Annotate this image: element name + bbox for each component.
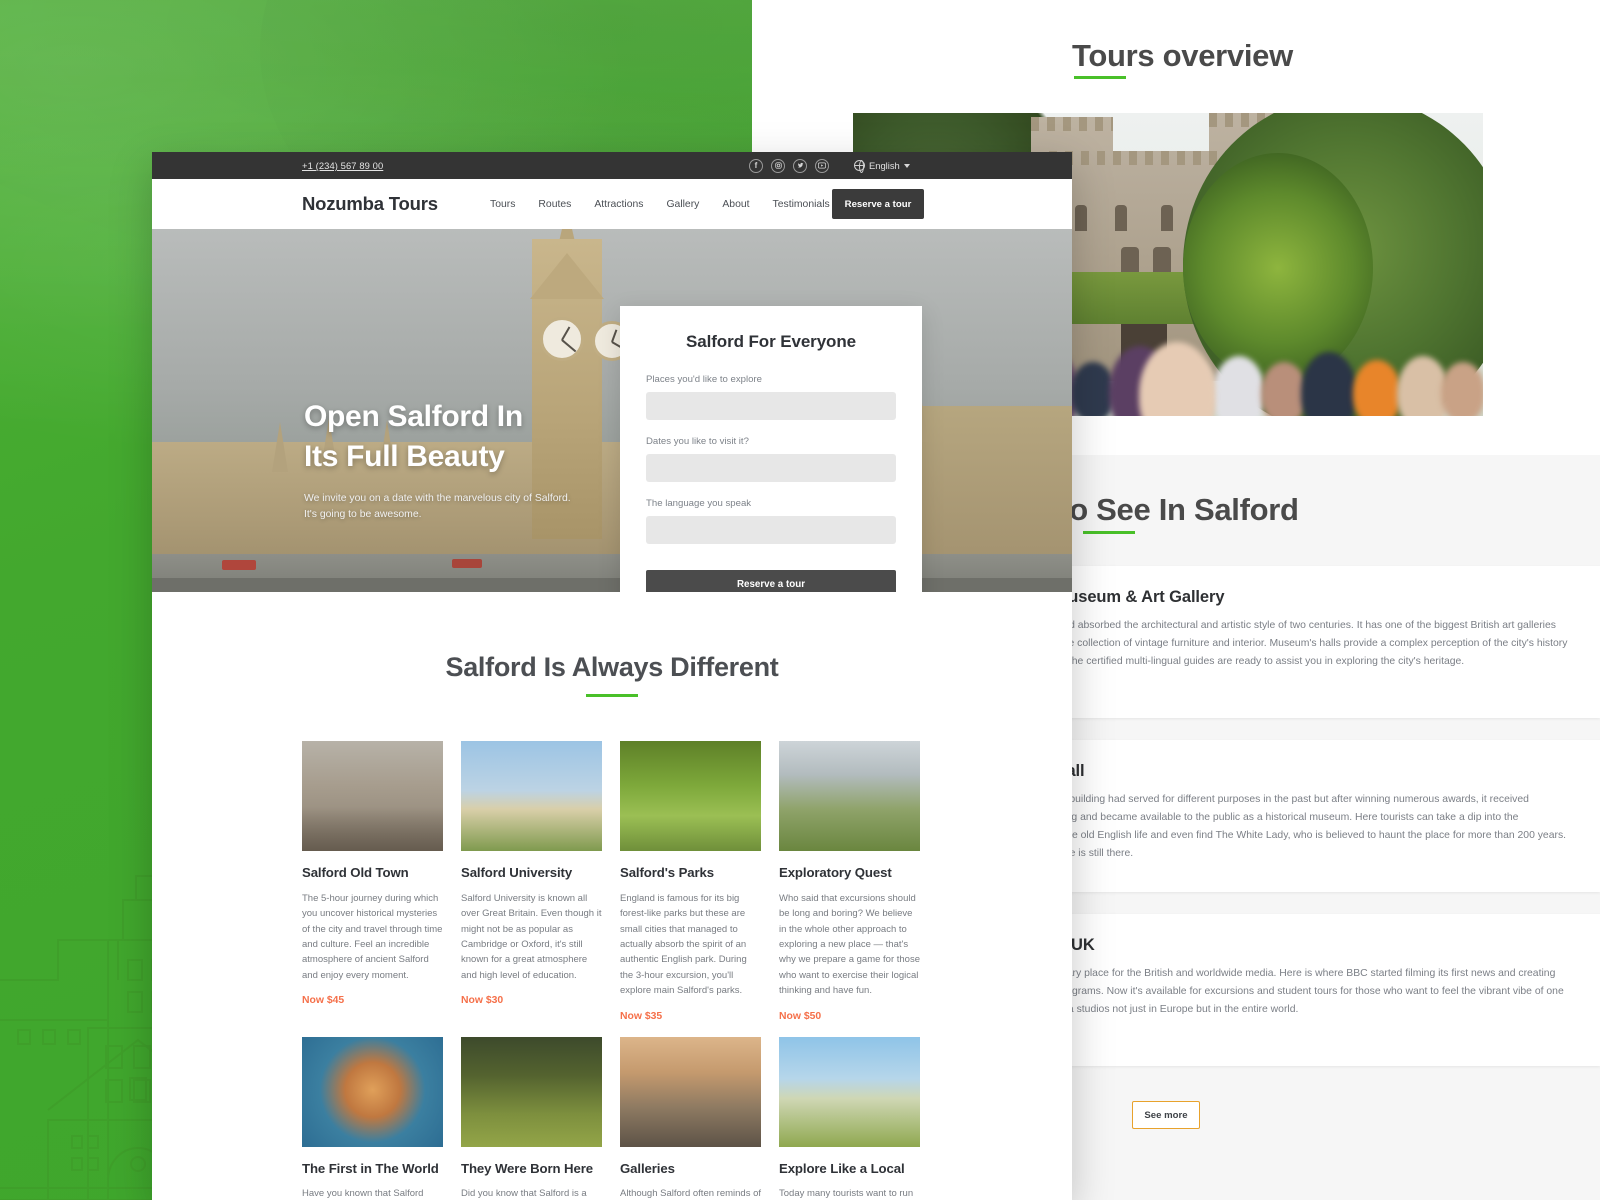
tour-card-title: Salford University [461, 865, 573, 880]
title-underline [1074, 76, 1126, 79]
tour-card[interactable]: They Were Born Here Did you know that Sa… [461, 1036, 602, 1200]
tour-card-body: Did you know that Salford is a hometown … [461, 1188, 587, 1200]
nav-item-attractions[interactable]: Attractions [594, 199, 643, 210]
hero-heading-line-2: Its Full Beauty [304, 439, 505, 473]
tour-card[interactable]: The First in The World Have you known th… [302, 1036, 443, 1200]
brand-logo[interactable]: Nozumba Tours [302, 193, 438, 215]
section-underline [586, 694, 638, 697]
tour-card-title: Explore Like a Local [779, 1160, 905, 1176]
nav-item-gallery[interactable]: Gallery [666, 199, 699, 210]
reserve-a-tour-button[interactable]: Reserve a tour [832, 189, 924, 219]
tour-card-price: Now $30 [461, 995, 504, 1007]
see-more-button[interactable]: See more [1132, 1101, 1200, 1129]
tour-card-title: Salford's Parks [620, 865, 714, 880]
places-input[interactable] [646, 392, 896, 420]
language-selector[interactable]: English [854, 160, 910, 173]
facebook-icon[interactable]: f [749, 158, 763, 173]
nav-item-tours[interactable]: Tours [490, 199, 515, 210]
hero-heading-line-1: Open Salford In [304, 400, 523, 433]
booking-submit-button[interactable]: Reserve a tour [646, 570, 896, 592]
globe-icon [854, 160, 865, 173]
nav-item-routes[interactable]: Routes [538, 199, 571, 210]
dates-input[interactable] [646, 454, 896, 482]
navbar: Nozumba Tours Tours Routes Attractions G… [152, 179, 1072, 229]
tours-overview-title: Tours overview [1072, 38, 1293, 73]
clock-face [540, 317, 584, 361]
tour-card-price: Now $50 [779, 1010, 822, 1022]
tour-card-image [620, 741, 761, 851]
tour-card-body: Who said that excursions should be long … [779, 892, 920, 997]
hero-subtext-line-2: It's going to be awesome. [304, 509, 422, 521]
tour-card-image [461, 741, 602, 851]
tour-card-image [302, 741, 443, 851]
nav-item-testimonials[interactable]: Testimonials [773, 199, 830, 210]
tour-card-body: England is famous for its big forest-lik… [620, 892, 747, 997]
tour-card-title: Salford Old Town [302, 865, 409, 880]
phone-link[interactable]: +1 (234) 567 89 00 [302, 160, 383, 171]
main-menu: Tours Routes Attractions Gallery About T… [490, 199, 874, 210]
tour-card-image [779, 1036, 920, 1147]
booking-form-title: Salford For Everyone [686, 332, 856, 351]
tour-card-image [620, 1036, 761, 1147]
dates-field-label: Dates you like to visit it? [646, 436, 749, 447]
tour-card-price: Now $45 [302, 995, 345, 1007]
tour-cards-grid: Salford Old Town The 5-hour journey duri… [302, 741, 927, 1200]
twitter-icon[interactable] [793, 158, 807, 173]
hero-subtext: We invite you on a date with the marvelo… [304, 491, 571, 523]
language-label: English [869, 160, 900, 171]
tour-card[interactable]: Explore Like a Local Today many tourists… [779, 1036, 920, 1200]
tour-card[interactable]: Salford's Parks England is famous for it… [620, 741, 761, 1022]
tour-card-price: Now $35 [620, 1010, 663, 1022]
tour-card-body: Have you known that Salford became the f… [302, 1188, 424, 1200]
hero-subtext-line-1: We invite you on a date with the marvelo… [304, 493, 571, 504]
tours-section-title: Salford Is Always Different [445, 652, 779, 682]
tour-card[interactable]: Exploratory Quest Who said that excursio… [779, 741, 920, 1022]
tour-card-image [302, 1036, 443, 1147]
tour-card[interactable]: Galleries Although Salford often reminds… [620, 1036, 762, 1200]
tour-card[interactable]: Salford University Salford University is… [461, 741, 602, 1022]
places-field-label: Places you'd like to explore [646, 374, 762, 385]
nav-item-about[interactable]: About [722, 199, 749, 210]
language-field-label: The language you speak [646, 498, 752, 509]
hero-section: Open Salford In Its Full Beauty We invit… [152, 229, 1072, 592]
tour-card-image [461, 1036, 602, 1147]
tour-card-body: Although Salford often reminds of a muse… [620, 1188, 762, 1200]
hero-heading: Open Salford In Its Full Beauty [304, 397, 523, 476]
social-icons: f [749, 158, 829, 173]
tour-card-body: Today many tourists want to run away fro… [779, 1188, 914, 1200]
tour-card-body: The 5-hour journey during which you unco… [302, 892, 443, 981]
youtube-icon[interactable] [815, 158, 829, 173]
language-input[interactable] [646, 516, 896, 544]
tour-card-title: The First in The World [302, 1160, 439, 1176]
tour-card[interactable]: Salford Old Town The 5-hour journey duri… [302, 741, 443, 1022]
website-mockup: +1 (234) 567 89 00 f English Nozumba Tou… [152, 152, 1072, 1200]
tour-card-body: Salford University is known all over Gre… [461, 892, 602, 981]
tour-card-image [779, 741, 920, 851]
tour-card-title: Galleries [620, 1160, 675, 1176]
hero-photo-big-ben [152, 229, 1072, 592]
topbar: +1 (234) 567 89 00 f English [152, 152, 1072, 179]
tour-card-title: Exploratory Quest [779, 865, 892, 880]
booking-form-card: Salford For Everyone Places you'd like t… [620, 306, 922, 592]
instagram-icon[interactable] [771, 158, 785, 173]
title-underline [1083, 531, 1135, 534]
tour-card-title: They Were Born Here [461, 1160, 593, 1176]
chevron-down-icon [903, 163, 910, 168]
